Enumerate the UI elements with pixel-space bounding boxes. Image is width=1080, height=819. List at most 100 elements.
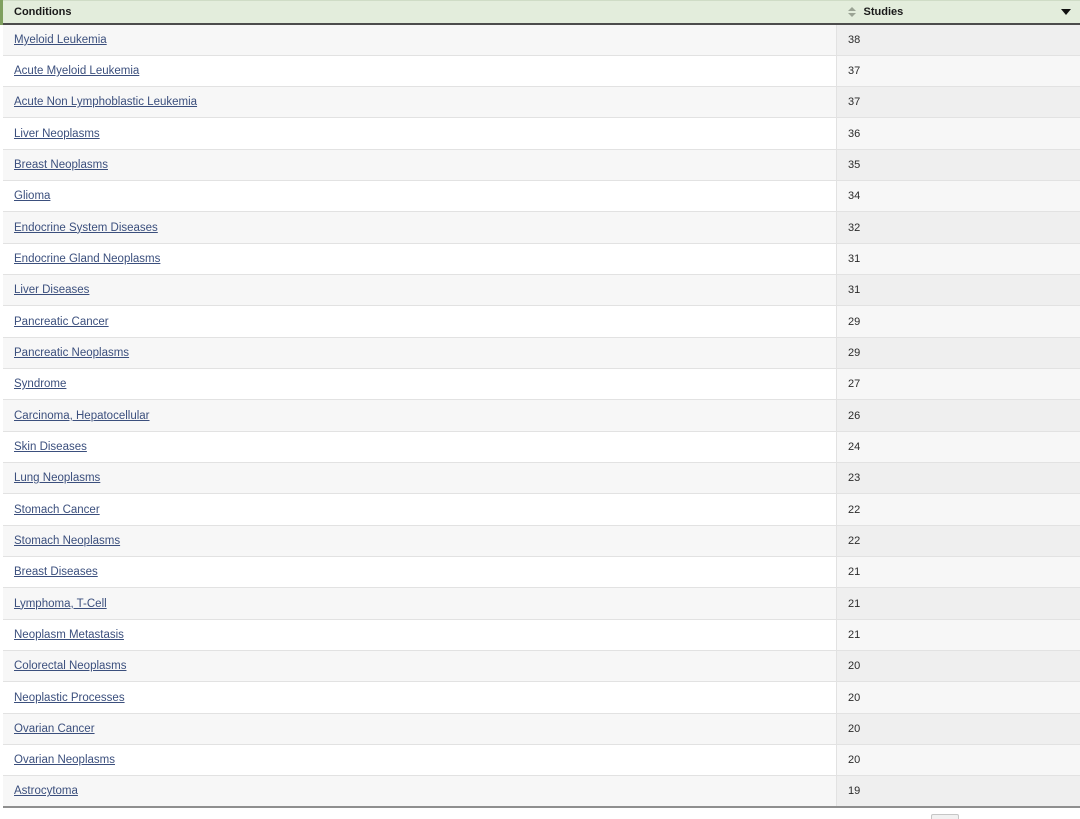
condition-link[interactable]: Acute Myeloid Leukemia xyxy=(14,65,139,77)
table-row: Colorectal Neoplasms 20 xyxy=(0,650,1080,683)
condition-link[interactable]: Liver Neoplasms xyxy=(14,128,100,140)
cell-studies-count: 21 xyxy=(836,587,1080,620)
cell-condition: Lymphoma, T-Cell xyxy=(0,587,837,620)
condition-link[interactable]: Acute Non Lymphoblastic Leukemia xyxy=(14,96,197,108)
cell-studies-count: 35 xyxy=(836,149,1080,182)
condition-link[interactable]: Pancreatic Cancer xyxy=(14,316,109,328)
table-row: Endocrine Gland Neoplasms 31 xyxy=(0,243,1080,276)
condition-link[interactable]: Astrocytoma xyxy=(14,785,78,797)
cell-condition: Myeloid Leukemia xyxy=(0,24,837,56)
cell-studies-count: 29 xyxy=(836,305,1080,338)
condition-link[interactable]: Skin Diseases xyxy=(14,441,87,453)
table-row: Acute Non Lymphoblastic Leukemia 37 xyxy=(0,86,1080,119)
condition-link[interactable]: Stomach Neoplasms xyxy=(14,535,120,547)
cell-condition: Colorectal Neoplasms xyxy=(0,650,837,683)
cell-studies-count: 20 xyxy=(836,650,1080,683)
cell-studies-count: 22 xyxy=(836,525,1080,558)
cell-condition: Neoplasm Metastasis xyxy=(0,619,837,652)
cell-studies-count: 32 xyxy=(836,211,1080,244)
table-row: Carcinoma, Hepatocellular 26 xyxy=(0,399,1080,432)
cell-condition: Acute Myeloid Leukemia xyxy=(0,55,837,88)
cell-condition: Astrocytoma xyxy=(0,775,837,809)
table-row: Ovarian Cancer 20 xyxy=(0,713,1080,746)
condition-link[interactable]: Liver Diseases xyxy=(14,284,89,296)
table-row: Stomach Cancer 22 xyxy=(0,493,1080,526)
column-menu-button[interactable] xyxy=(1054,4,1078,20)
table-row: Acute Myeloid Leukemia 37 xyxy=(0,55,1080,88)
condition-link[interactable]: Endocrine Gland Neoplasms xyxy=(14,253,160,265)
conditions-results-table: Conditions Studies Myeloid Leukemia 38 A… xyxy=(0,0,1080,809)
cell-studies-count: 21 xyxy=(836,619,1080,652)
cell-condition: Stomach Cancer xyxy=(0,493,837,526)
table-row: Myeloid Leukemia 38 xyxy=(0,24,1080,56)
table-row: Neoplasm Metastasis 21 xyxy=(0,619,1080,652)
column-header-studies-label: Studies xyxy=(863,6,904,18)
cell-studies-count: 31 xyxy=(836,274,1080,307)
column-header-studies[interactable]: Studies xyxy=(836,0,1080,25)
condition-link[interactable]: Syndrome xyxy=(14,378,66,390)
table-row: Stomach Neoplasms 22 xyxy=(0,525,1080,558)
table-body: Myeloid Leukemia 38 Acute Myeloid Leukemia… xyxy=(0,24,1080,809)
table-row: Breast Diseases 21 xyxy=(0,556,1080,589)
table-row: Liver Diseases 31 xyxy=(0,274,1080,307)
condition-link[interactable]: Stomach Cancer xyxy=(14,504,100,516)
cell-condition: Pancreatic Cancer xyxy=(0,305,837,338)
cell-condition: Syndrome xyxy=(0,368,837,401)
condition-link[interactable]: Colorectal Neoplasms xyxy=(14,660,127,672)
table-row: Lymphoma, T-Cell 21 xyxy=(0,587,1080,620)
condition-link[interactable]: Neoplastic Processes xyxy=(14,692,125,704)
cell-studies-count: 29 xyxy=(836,337,1080,370)
cell-studies-count: 38 xyxy=(836,24,1080,56)
cell-studies-count: 23 xyxy=(836,462,1080,495)
cell-condition: Lung Neoplasms xyxy=(0,462,837,495)
chevron-down-icon xyxy=(1060,9,1071,15)
condition-link[interactable]: Carcinoma, Hepatocellular xyxy=(14,410,150,422)
condition-link[interactable]: Breast Diseases xyxy=(14,566,98,578)
table-row: Neoplastic Processes 20 xyxy=(0,681,1080,714)
cell-condition: Carcinoma, Hepatocellular xyxy=(0,399,837,432)
table-footer-strip xyxy=(0,810,1080,819)
sort-updown-icon[interactable] xyxy=(847,7,858,17)
cell-condition: Skin Diseases xyxy=(0,431,837,464)
column-header-conditions-label: Conditions xyxy=(14,6,72,18)
cell-studies-count: 37 xyxy=(836,55,1080,88)
cell-condition: Neoplastic Processes xyxy=(0,681,837,714)
pagination-control[interactable] xyxy=(931,814,959,819)
table-row: Syndrome 27 xyxy=(0,368,1080,401)
cell-condition: Ovarian Neoplasms xyxy=(0,744,837,777)
condition-link[interactable]: Endocrine System Diseases xyxy=(14,222,158,234)
table-row: Endocrine System Diseases 32 xyxy=(0,211,1080,244)
table-row: Glioma 34 xyxy=(0,180,1080,213)
table-row: Ovarian Neoplasms 20 xyxy=(0,744,1080,777)
cell-studies-count: 19 xyxy=(836,775,1080,809)
condition-link[interactable]: Lung Neoplasms xyxy=(14,472,100,484)
table-row: Pancreatic Neoplasms 29 xyxy=(0,337,1080,370)
cell-condition: Endocrine System Diseases xyxy=(0,211,837,244)
condition-link[interactable]: Lymphoma, T-Cell xyxy=(14,598,107,610)
condition-link[interactable]: Myeloid Leukemia xyxy=(14,34,107,46)
cell-studies-count: 20 xyxy=(836,681,1080,714)
column-header-conditions[interactable]: Conditions xyxy=(0,0,837,25)
cell-studies-count: 20 xyxy=(836,744,1080,777)
cell-condition: Breast Diseases xyxy=(0,556,837,589)
studies-header-inner: Studies xyxy=(837,1,1080,23)
condition-link[interactable]: Ovarian Cancer xyxy=(14,723,95,735)
cell-studies-count: 36 xyxy=(836,117,1080,150)
cell-studies-count: 27 xyxy=(836,368,1080,401)
table-header: Conditions Studies xyxy=(0,0,1080,25)
cell-studies-count: 37 xyxy=(836,86,1080,119)
condition-link[interactable]: Ovarian Neoplasms xyxy=(14,754,115,766)
cell-studies-count: 24 xyxy=(836,431,1080,464)
cell-studies-count: 20 xyxy=(836,713,1080,746)
condition-link[interactable]: Breast Neoplasms xyxy=(14,159,108,171)
sort-ascending-arrow-icon xyxy=(848,7,856,11)
cell-condition: Breast Neoplasms xyxy=(0,149,837,182)
condition-link[interactable]: Neoplasm Metastasis xyxy=(14,629,124,641)
table-row: Liver Neoplasms 36 xyxy=(0,117,1080,150)
condition-link[interactable]: Glioma xyxy=(14,190,50,202)
condition-link[interactable]: Pancreatic Neoplasms xyxy=(14,347,129,359)
cell-studies-count: 21 xyxy=(836,556,1080,589)
cell-condition: Endocrine Gland Neoplasms xyxy=(0,243,837,276)
sort-descending-arrow-icon xyxy=(848,13,856,17)
cell-condition: Glioma xyxy=(0,180,837,213)
